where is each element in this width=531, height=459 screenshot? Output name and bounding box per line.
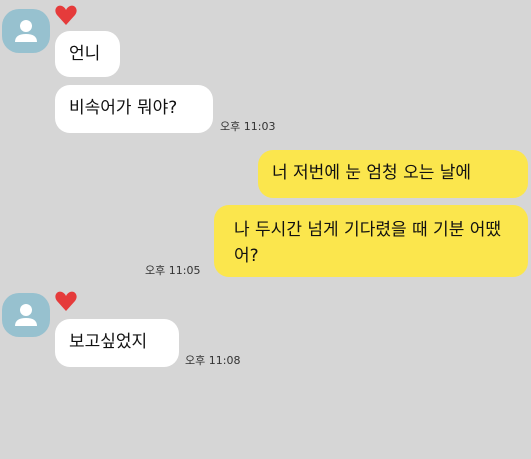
message-bubble-incoming[interactable]: 언니 <box>55 31 120 77</box>
message-bubble-outgoing[interactable]: 나 두시간 넘게 기다렸을 때 기분 어땠어? <box>214 205 528 277</box>
message-bubble-incoming[interactable]: 보고싶었지 <box>55 319 179 367</box>
message-timestamp: 오후 11:08 <box>185 354 241 367</box>
avatar[interactable] <box>2 9 50 53</box>
person-icon <box>15 20 37 42</box>
person-icon <box>15 304 37 326</box>
heart-icon <box>55 291 77 311</box>
message-timestamp: 오후 11:05 <box>145 264 201 277</box>
message-bubble-incoming[interactable]: 비속어가 뭐야? <box>55 85 213 133</box>
message-bubble-outgoing[interactable]: 너 저번에 눈 엄청 오는 날에 <box>258 150 528 198</box>
heart-icon <box>55 5 77 25</box>
message-timestamp: 오후 11:03 <box>220 120 276 133</box>
avatar[interactable] <box>2 293 50 337</box>
